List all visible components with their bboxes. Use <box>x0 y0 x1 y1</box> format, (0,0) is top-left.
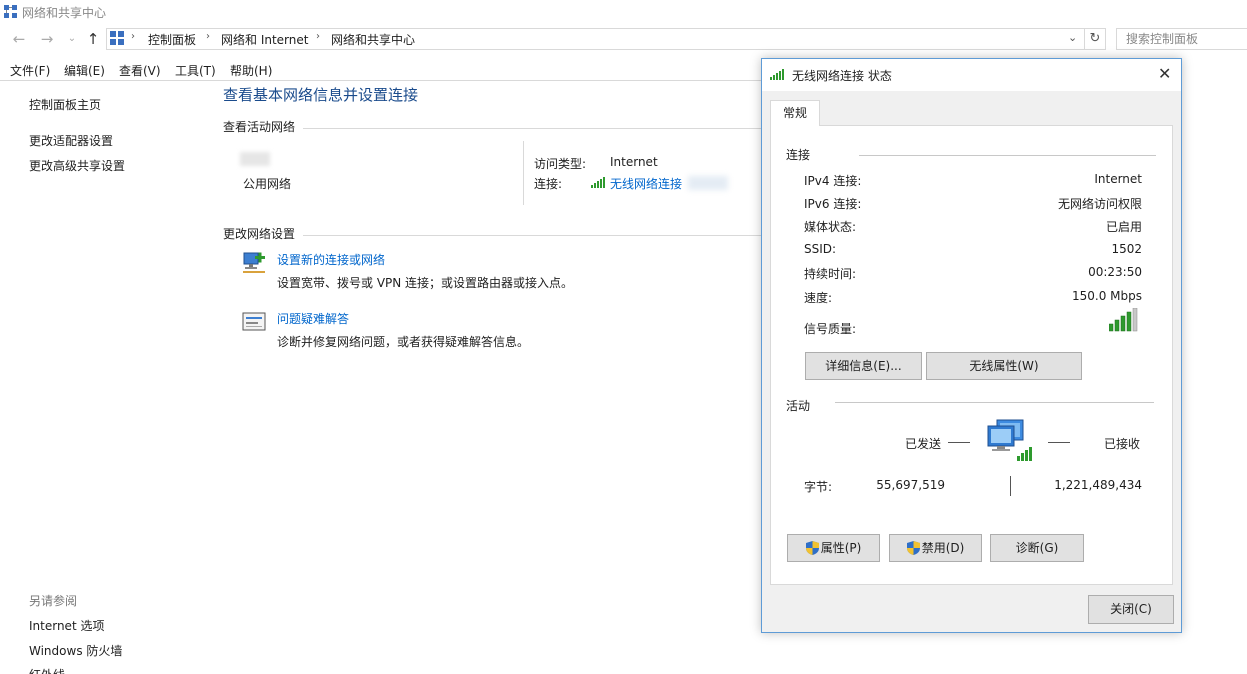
network-center-icon <box>4 5 17 18</box>
properties-button[interactable]: 属性(P) <box>787 534 880 562</box>
page-title: 查看基本网络信息并设置连接 <box>223 86 419 104</box>
wireless-status-dialog: 无线网络连接 状态 ✕ 常规 连接 IPv4 连接: Internet IPv6… <box>761 58 1182 633</box>
recent-dropdown-icon[interactable]: ⌄ <box>63 30 81 48</box>
duration-label: 持续时间: <box>804 267 857 281</box>
breadcrumb-network-center[interactable]: 网络和共享中心 <box>331 31 415 48</box>
sidebar-item-windows-firewall[interactable]: Windows 防火墙 <box>29 642 122 659</box>
signal-bars-icon <box>770 69 784 80</box>
ipv6-value: 无网络访问权限 <box>1057 197 1142 211</box>
ipv4-label: IPv4 连接: <box>804 174 862 188</box>
new-connection-icon <box>243 252 265 273</box>
breadcrumb-separator: › <box>316 31 320 42</box>
sidebar-item-control-panel-home[interactable]: 控制面板主页 <box>29 96 101 113</box>
media-state-value: 已启用 <box>1105 220 1142 234</box>
section-divider <box>859 155 1156 156</box>
window-title: 网络和共享中心 <box>22 6 107 20</box>
address-dropdown-icon[interactable]: ⌄ <box>1068 31 1077 44</box>
network-name-blurred <box>240 152 270 166</box>
menu-divider <box>0 80 761 81</box>
received-label: 已接收 <box>1104 437 1141 451</box>
wireless-connection-link[interactable]: 无线网络连接 <box>610 175 682 192</box>
dialog-title: 无线网络连接 状态 <box>792 69 892 83</box>
change-settings-title: 更改网络设置 <box>223 227 296 241</box>
bytes-received: 1,221,489,434 <box>1054 478 1142 492</box>
troubleshoot-link[interactable]: 问题疑难解答 <box>277 310 349 327</box>
setup-new-connection-desc: 设置宽带、拨号或 VPN 连接；或设置路由器或接入点。 <box>277 276 574 290</box>
ipv4-value: Internet <box>1094 172 1142 186</box>
speed-label: 速度: <box>804 291 833 305</box>
signal-quality-bars-icon <box>1109 308 1138 332</box>
disable-button[interactable]: 禁用(D) <box>889 534 982 562</box>
disable-button-label: 禁用(D) <box>921 541 965 555</box>
breadcrumb-separator: › <box>131 31 135 42</box>
dialog-body: 常规 连接 IPv4 连接: Internet IPv6 连接: 无网络访问权限… <box>762 91 1181 632</box>
close-icon[interactable]: ✕ <box>1158 64 1171 83</box>
signal-quality-label: 信号质量: <box>804 322 857 336</box>
access-type-label: 访问类型: <box>534 157 587 171</box>
menu-view[interactable]: 查看(V) <box>119 62 161 79</box>
sent-line <box>948 442 970 443</box>
ipv6-label: IPv6 连接: <box>804 197 862 211</box>
shield-icon <box>805 541 819 555</box>
setup-new-connection-link[interactable]: 设置新的连接或网络 <box>277 251 385 268</box>
window-title-bar: 网络和共享中心 <box>0 0 1247 24</box>
troubleshoot-icon <box>242 312 266 331</box>
ssid-blurred <box>688 176 728 190</box>
forward-arrow-icon[interactable]: → <box>38 30 56 48</box>
refresh-icon[interactable]: ↻ <box>1084 28 1106 50</box>
menu-file[interactable]: 文件(F) <box>10 62 50 79</box>
connection-section-title: 连接 <box>786 148 811 162</box>
menu-tools[interactable]: 工具(T) <box>175 62 216 79</box>
section-divider <box>303 128 761 129</box>
details-button[interactable]: 详细信息(E)... <box>805 352 922 380</box>
properties-button-label: 属性(P) <box>820 541 862 555</box>
activity-section-title: 活动 <box>786 399 811 413</box>
search-input[interactable]: 搜索控制面板 <box>1116 28 1247 50</box>
bytes-divider <box>1010 476 1011 496</box>
network-type: 公用网络 <box>243 177 292 191</box>
breadcrumb-control-panel[interactable]: 控制面板 <box>148 31 196 48</box>
network-divider <box>523 141 524 205</box>
troubleshoot-desc: 诊断并修复网络问题，或者获得疑难解答信息。 <box>277 335 530 349</box>
breadcrumb-network-internet[interactable]: 网络和 Internet <box>221 31 308 48</box>
duration-value: 00:23:50 <box>1088 265 1142 279</box>
sidebar-item-internet-options[interactable]: Internet 选项 <box>29 617 104 634</box>
tab-panel: 连接 IPv4 连接: Internet IPv6 连接: 无网络访问权限 媒体… <box>770 125 1173 585</box>
tab-general[interactable]: 常规 <box>770 100 820 126</box>
wireless-properties-button[interactable]: 无线属性(W) <box>926 352 1082 380</box>
sidebar-item-infrared[interactable]: 红外线 <box>29 666 65 674</box>
sidebar-item-adapter-settings[interactable]: 更改适配器设置 <box>29 132 113 149</box>
ssid-label: SSID: <box>804 242 837 256</box>
close-button[interactable]: 关闭(C) <box>1088 595 1174 624</box>
connection-label: 连接: <box>534 177 563 191</box>
menu-edit[interactable]: 编辑(E) <box>64 62 105 79</box>
shield-icon <box>906 541 920 555</box>
bytes-sent: 55,697,519 <box>876 478 945 492</box>
ssid-value: 1502 <box>1111 242 1142 256</box>
computer-network-icon <box>987 419 1032 461</box>
section-divider <box>303 235 761 236</box>
diagnose-button[interactable]: 诊断(G) <box>990 534 1084 562</box>
see-also-title: 另请参阅 <box>29 594 78 608</box>
sent-label: 已发送 <box>905 437 942 451</box>
section-divider <box>835 402 1154 403</box>
control-panel-icon <box>110 31 124 45</box>
media-state-label: 媒体状态: <box>804 220 857 234</box>
menu-help[interactable]: 帮助(H) <box>230 62 272 79</box>
signal-bars-icon <box>591 177 605 188</box>
speed-value: 150.0 Mbps <box>1071 289 1142 303</box>
up-arrow-icon[interactable]: ↑ <box>84 30 102 48</box>
breadcrumb-separator: › <box>206 31 210 42</box>
active-networks-title: 查看活动网络 <box>223 120 296 134</box>
sidebar-item-advanced-sharing[interactable]: 更改高级共享设置 <box>29 157 125 174</box>
back-arrow-icon[interactable]: ← <box>10 30 28 48</box>
access-type-value: Internet <box>610 155 658 169</box>
bytes-label: 字节: <box>804 480 833 494</box>
received-line <box>1048 442 1070 443</box>
